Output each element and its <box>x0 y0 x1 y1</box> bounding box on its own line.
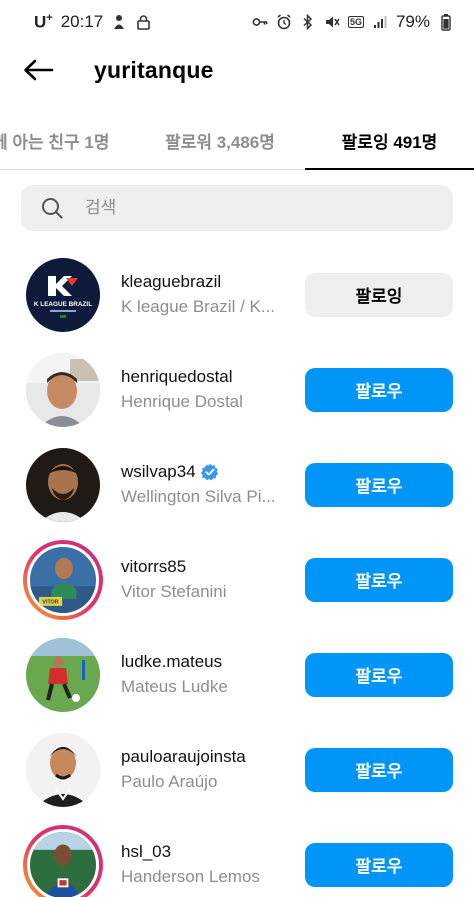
follow-button[interactable]: 팔로우 <box>305 652 453 697</box>
soccer-field-photo-icon <box>26 637 100 712</box>
tab-following[interactable]: 팔로잉 491명 <box>305 110 474 170</box>
active-tab-indicator <box>305 168 474 170</box>
avatar[interactable]: K LEAGUE BRAZIL <box>23 255 103 335</box>
full-name: Handerson Lemos <box>121 866 260 886</box>
profile-photo-icon <box>27 828 99 897</box>
full-name: K league Brazil / K... <box>121 296 276 316</box>
follow-tabs: 께 아는 친구 1명 팔로워 3,486명 팔로잉 491명 <box>0 110 474 170</box>
lock-icon <box>135 14 151 30</box>
top-app-bar: yuritanque <box>0 44 474 96</box>
search-icon <box>42 198 63 219</box>
notification-app-icon <box>111 14 127 30</box>
search-input[interactable] <box>85 198 405 218</box>
avatar[interactable] <box>23 445 103 525</box>
full-name: Vitor Stefanini <box>121 581 227 601</box>
user-text: hsl_03 Handerson Lemos <box>121 841 293 889</box>
user-text: ludke.mateus Mateus Ludke <box>121 651 293 699</box>
status-bar: U+ 20:17 5G 79% <box>0 0 474 44</box>
follow-button[interactable]: 팔로우 <box>305 367 453 412</box>
username: ludke.mateus <box>121 651 223 671</box>
follow-button[interactable]: 팔로우 <box>305 557 453 602</box>
user-text: kleaguebrazil K league Brazil / K... <box>121 271 293 319</box>
user-text: vitorrs85 Vitor Stefanini <box>121 556 293 604</box>
tab-mutual-friends[interactable]: 께 아는 친구 1명 <box>0 110 122 170</box>
list-item[interactable]: pauloaraujoinsta Paulo Araújo 팔로우 <box>0 722 474 817</box>
list-item[interactable]: henriquedostal Henrique Dostal 팔로우 <box>0 342 474 437</box>
username: henriquedostal <box>121 366 233 386</box>
list-item[interactable]: ludke.mateus Mateus Ludke 팔로우 <box>0 627 474 722</box>
username: wsilvap34 <box>121 461 293 483</box>
profile-photo-icon <box>26 447 100 522</box>
username: vitorrs85 <box>121 556 187 576</box>
status-right: 5G 79% <box>252 12 454 32</box>
clock: 20:17 <box>60 12 104 31</box>
list-item[interactable]: VITOR vitorrs85 Vitor Stefanini 팔로우 <box>0 532 474 627</box>
user-text: pauloaraujoinsta Paulo Araújo <box>121 746 293 794</box>
k-league-brazil-logo-icon: K LEAGUE BRAZIL <box>26 257 100 332</box>
signal-icon <box>372 14 388 30</box>
profile-photo-icon <box>26 732 100 807</box>
username: pauloaraujoinsta <box>121 746 246 766</box>
follow-button[interactable]: 팔로우 <box>305 747 453 792</box>
username: hsl_03 <box>121 841 172 861</box>
svg-text:K LEAGUE BRAZIL: K LEAGUE BRAZIL <box>34 301 92 308</box>
avatar[interactable]: VITOR <box>23 539 103 620</box>
verified-badge-icon <box>200 463 218 480</box>
bluetooth-icon <box>300 14 316 30</box>
full-name: Wellington Silva Pi... <box>121 486 276 506</box>
back-button[interactable] <box>20 52 56 88</box>
key-icon <box>252 14 268 30</box>
page-title: yuritanque <box>94 56 214 83</box>
list-item[interactable]: K LEAGUE BRAZIL kleaguebrazil K league B… <box>0 247 474 342</box>
user-text: henriquedostal Henrique Dostal <box>121 366 293 414</box>
alarm-icon <box>276 14 292 30</box>
profile-photo-icon <box>26 352 100 427</box>
list-item[interactable]: hsl_03 Handerson Lemos 팔로우 <box>0 817 474 897</box>
full-name: Paulo Araújo <box>121 771 218 791</box>
battery-icon <box>438 13 454 31</box>
list-item[interactable]: wsilvap34 Wellington Silva Pi... 팔로우 <box>0 437 474 532</box>
full-name: Henrique Dostal <box>121 391 243 411</box>
arrow-left-icon <box>24 59 54 81</box>
following-list: K LEAGUE BRAZIL kleaguebrazil K league B… <box>0 247 474 897</box>
avatar[interactable] <box>23 635 103 715</box>
username: kleaguebrazil <box>121 271 222 291</box>
avatar[interactable] <box>23 824 103 897</box>
avatar[interactable] <box>23 730 103 810</box>
follow-button[interactable]: 팔로우 <box>305 462 453 507</box>
status-left: U+ 20:17 <box>34 12 151 33</box>
tab-followers[interactable]: 팔로워 3,486명 <box>150 110 290 170</box>
full-name: Mateus Ludke <box>121 676 228 696</box>
avatar[interactable] <box>23 350 103 430</box>
svg-text:VITOR: VITOR <box>42 599 58 605</box>
mute-icon <box>324 14 340 30</box>
search-bar[interactable] <box>21 185 453 231</box>
network-type-icon: 5G <box>347 16 364 28</box>
carrier-label: U+ <box>34 11 53 32</box>
follow-button[interactable]: 팔로우 <box>305 842 453 887</box>
battery-percent: 79% <box>395 12 430 31</box>
profile-photo-icon: VITOR <box>27 543 99 616</box>
user-text: wsilvap34 Wellington Silva Pi... <box>121 461 293 509</box>
following-button[interactable]: 팔로잉 <box>305 272 453 317</box>
